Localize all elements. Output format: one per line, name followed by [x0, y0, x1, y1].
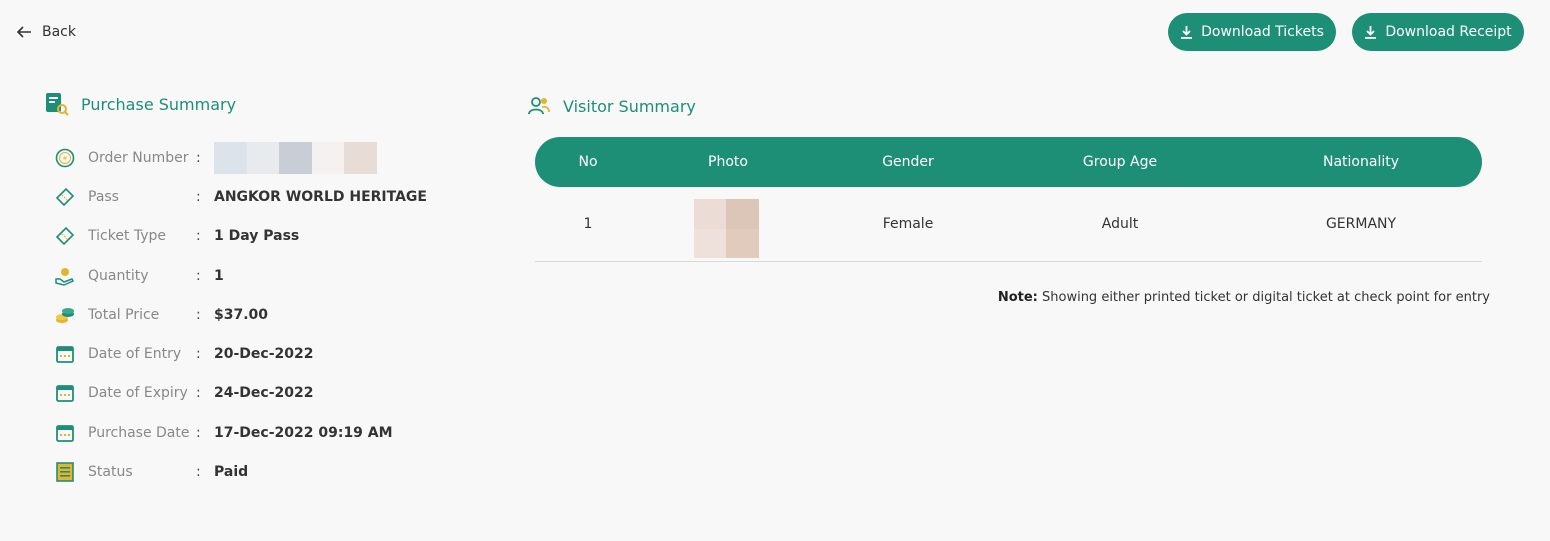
- svg-text:#: #: [62, 155, 67, 162]
- back-link[interactable]: Back: [14, 22, 76, 42]
- status-row: Status : Paid: [54, 452, 427, 491]
- colon: :: [196, 424, 201, 441]
- visitor-gender-cell: Female: [882, 216, 934, 232]
- total-price-label: Total Price: [88, 306, 160, 323]
- download-receipt-label: Download Receipt: [1385, 24, 1512, 40]
- download-tickets-button[interactable]: Download Tickets: [1168, 13, 1336, 51]
- visitor-table-header: No Photo Gender Group Age Nationality: [535, 137, 1482, 187]
- hand-coin-icon: [55, 267, 75, 286]
- calendar-icon: [56, 346, 74, 364]
- download-icon: [1181, 26, 1193, 39]
- ticket-icon: [55, 227, 75, 246]
- calendar-icon: [56, 424, 74, 442]
- quantity-label: Quantity: [88, 267, 149, 284]
- visitor-no-cell: 1: [583, 216, 593, 232]
- colon: :: [196, 228, 201, 245]
- visitor-summary-title: Visitor Summary: [563, 96, 696, 116]
- document-search-icon: [46, 93, 69, 116]
- date-of-entry-row: Date of Entry : 20-Dec-2022: [54, 334, 427, 373]
- visitor-summary-heading: Visitor Summary: [527, 94, 696, 118]
- pass-row: Pass : ANGKOR WORLD HERITAGE: [54, 177, 427, 216]
- column-header-photo: Photo: [708, 154, 748, 170]
- table-row: 1 Female Adult GERMANY: [535, 187, 1482, 262]
- purchase-date-label: Purchase Date: [88, 424, 190, 441]
- download-receipt-button[interactable]: Download Receipt: [1352, 13, 1524, 51]
- colon: :: [196, 188, 201, 205]
- column-header-no: No: [578, 154, 598, 170]
- back-label: Back: [42, 24, 76, 40]
- column-header-gender: Gender: [882, 154, 934, 170]
- pass-value: ANGKOR WORLD HERITAGE: [214, 188, 427, 205]
- note-text: Showing either printed ticket or digital…: [1037, 290, 1490, 305]
- visitor-group-age-cell: Adult: [1101, 216, 1139, 232]
- column-header-group-age: Group Age: [1082, 154, 1158, 170]
- download-tickets-label: Download Tickets: [1201, 24, 1324, 40]
- calendar-icon: [56, 385, 74, 403]
- date-of-entry-label: Date of Entry: [88, 346, 182, 363]
- note-label: Note:: [997, 290, 1038, 305]
- purchase-date-row: Purchase Date : 17-Dec-2022 09:19 AM: [54, 413, 427, 452]
- colon: :: [196, 267, 201, 284]
- hash-circle-icon: #: [55, 148, 75, 167]
- colon: :: [196, 385, 201, 402]
- purchase-summary-list: # Order Number : Pass : ANGKOR WORLD HER…: [54, 138, 427, 492]
- ticket-icon: [55, 187, 75, 207]
- download-icon: [1365, 26, 1377, 39]
- visitor-photo: [694, 199, 759, 258]
- total-price-value: $37.00: [214, 306, 269, 323]
- pass-label: Pass: [88, 188, 119, 205]
- coins-icon: [56, 307, 74, 323]
- date-of-expiry-value: 24-Dec-2022: [214, 385, 314, 402]
- visitor-nationality-cell: GERMANY: [1325, 216, 1397, 232]
- colon: :: [196, 149, 201, 166]
- purchase-summary-heading: Purchase Summary: [45, 92, 236, 116]
- colon: :: [196, 346, 201, 363]
- order-number-row: # Order Number :: [54, 138, 427, 177]
- ticket-type-label: Ticket Type: [88, 228, 167, 245]
- purchase-summary-title: Purchase Summary: [81, 94, 237, 114]
- order-number-value-redacted: [214, 141, 377, 174]
- arrow-left-icon: [16, 26, 31, 38]
- date-of-entry-value: 20-Dec-2022: [214, 346, 314, 363]
- total-price-row: Total Price : $37.00: [54, 295, 427, 334]
- column-header-nationality: Nationality: [1322, 154, 1400, 170]
- order-number-label: Order Number: [88, 149, 189, 166]
- date-of-expiry-row: Date of Expiry : 24-Dec-2022: [54, 374, 427, 413]
- ticket-type-row: Ticket Type : 1 Day Pass: [54, 217, 427, 256]
- quantity-value: 1: [214, 267, 224, 284]
- status-label: Status: [88, 464, 133, 481]
- entry-note: Note: Showing either printed ticket or d…: [998, 290, 1490, 305]
- status-value: Paid: [214, 464, 249, 481]
- date-of-expiry-label: Date of Expiry: [88, 385, 188, 402]
- ticket-type-value: 1 Day Pass: [214, 228, 300, 245]
- users-icon: [528, 97, 550, 115]
- colon: :: [196, 306, 201, 323]
- receipt-icon: [56, 462, 74, 482]
- purchase-date-value: 17-Dec-2022 09:19 AM: [214, 424, 393, 441]
- colon: :: [196, 464, 201, 481]
- quantity-row: Quantity : 1: [54, 256, 427, 295]
